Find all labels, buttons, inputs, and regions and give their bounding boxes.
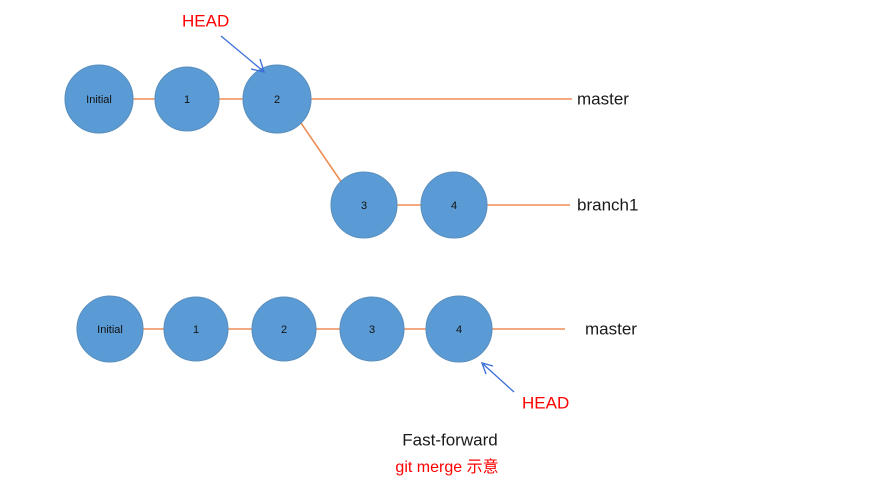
commit-node-2-top[interactable]: 2 bbox=[242, 64, 312, 134]
commit-label: 2 bbox=[281, 324, 287, 336]
commit-node-3-top[interactable]: 3 bbox=[330, 171, 398, 239]
branch-label-branch1: branch1 bbox=[577, 195, 638, 214]
commit-node-3-bottom[interactable]: 3 bbox=[339, 296, 405, 362]
head-label-bottom: HEAD bbox=[522, 393, 569, 412]
caption-fast-forward: Fast-forward bbox=[402, 430, 497, 449]
top-master-nodes: Initial 1 2 bbox=[64, 64, 312, 134]
commit-node-initial-top[interactable]: Initial bbox=[64, 64, 134, 134]
branch-label-master-top: master bbox=[577, 89, 629, 108]
commit-label: 1 bbox=[193, 324, 199, 336]
commit-label: Initial bbox=[86, 94, 112, 106]
commit-label: 1 bbox=[184, 94, 190, 106]
commit-node-4-bottom[interactable]: 4 bbox=[425, 295, 493, 363]
top-graph: Initial 1 2 3 4 master branch1 HEAD bbox=[64, 11, 638, 239]
head-annotation-bottom: HEAD bbox=[480, 362, 569, 412]
commit-node-4-top[interactable]: 4 bbox=[420, 171, 488, 239]
commit-label: 3 bbox=[369, 324, 375, 336]
commit-node-1-bottom[interactable]: 1 bbox=[163, 296, 229, 362]
commit-label: 3 bbox=[361, 200, 367, 212]
head-arrow-line-bottom bbox=[482, 363, 515, 393]
connector-2-to-3-branch bbox=[300, 122, 343, 184]
head-arrow-line-top bbox=[220, 35, 264, 72]
commit-label: Initial bbox=[97, 324, 123, 336]
commit-node-2-bottom[interactable]: 2 bbox=[251, 296, 317, 362]
head-annotation-top: HEAD bbox=[182, 11, 265, 73]
bottom-graph: Initial 1 2 3 4 master HEAD bbox=[76, 295, 637, 412]
captions: Fast-forward git merge 示意 bbox=[395, 430, 498, 476]
git-merge-diagram: Initial 1 2 3 4 master branch1 HEAD Init… bbox=[0, 0, 889, 500]
commit-node-initial-bottom[interactable]: Initial bbox=[76, 295, 144, 363]
commit-label: 4 bbox=[456, 324, 462, 336]
caption-git-merge: git merge 示意 bbox=[395, 457, 498, 476]
bottom-nodes: Initial 1 2 3 4 bbox=[76, 295, 493, 363]
commit-label: 2 bbox=[274, 94, 280, 106]
head-label-top: HEAD bbox=[182, 11, 229, 30]
commit-label: 4 bbox=[451, 200, 457, 212]
commit-node-1-top[interactable]: 1 bbox=[154, 66, 220, 132]
diagram-canvas: Initial 1 2 3 4 master branch1 HEAD Init… bbox=[64, 11, 638, 476]
branch-label-master-bottom: master bbox=[585, 319, 637, 338]
